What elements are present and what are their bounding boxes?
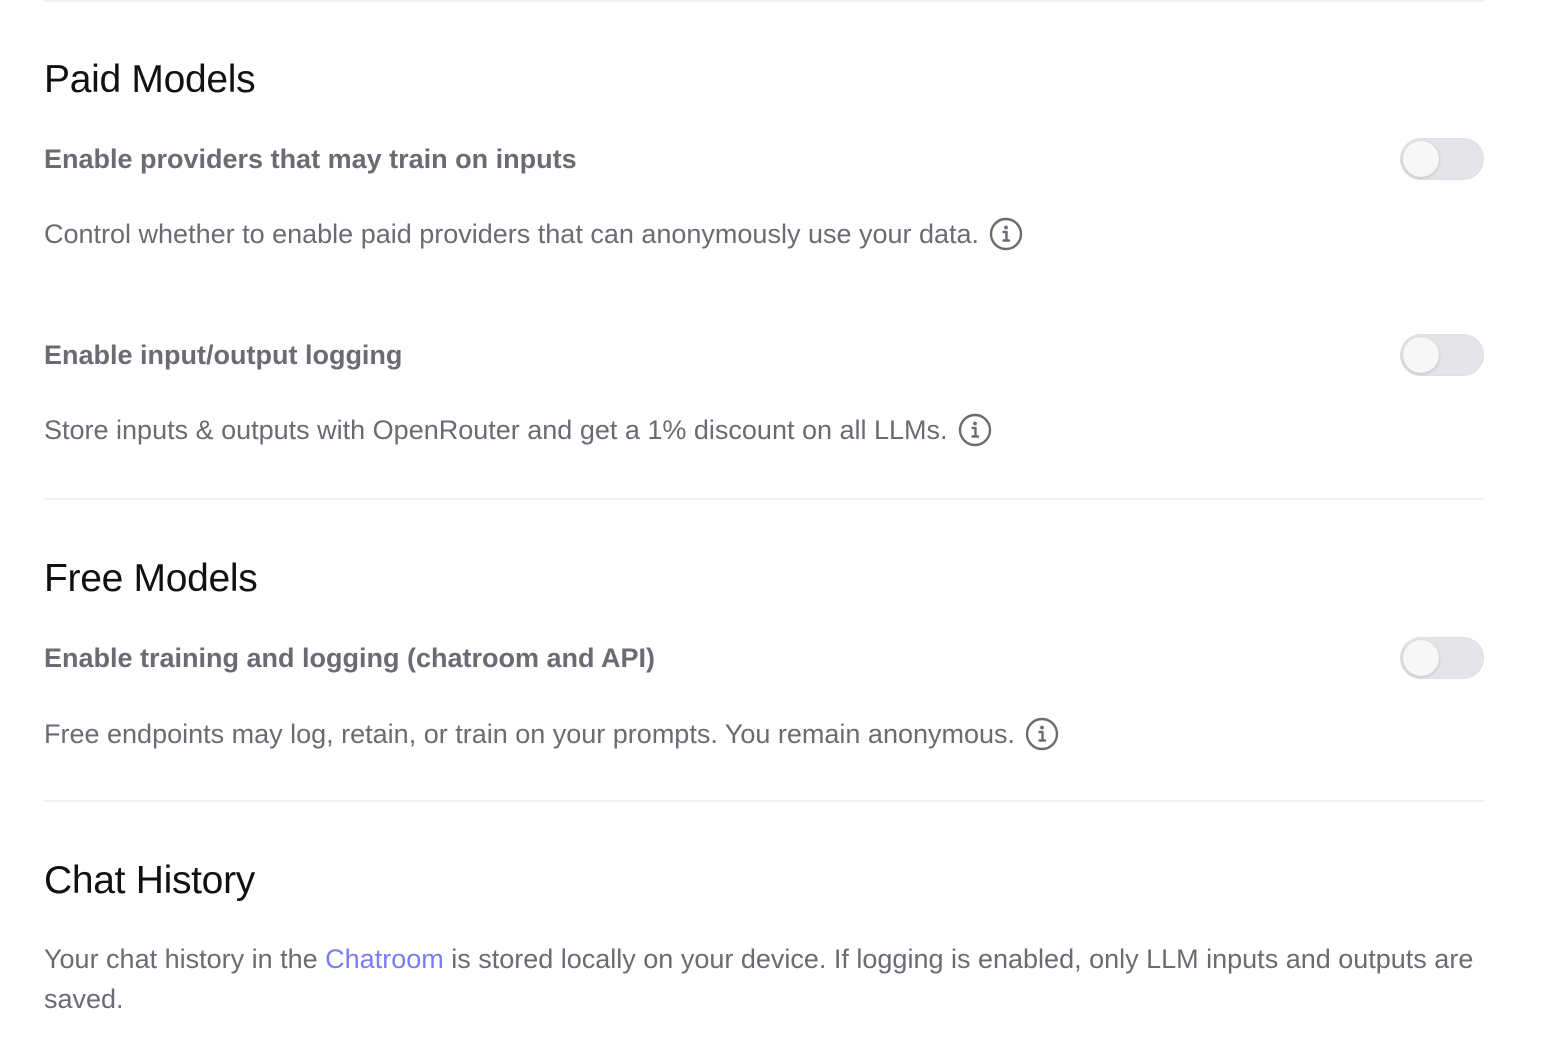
io-logging-label: Enable input/output logging [44,340,403,370]
training-logging-label: Enable training and logging (chatroom an… [44,643,656,673]
paid-models-title: Paid Models [44,58,256,101]
info-icon[interactable] [958,413,992,447]
toggle-knob [1403,337,1439,373]
free-models-title: Free Models [44,557,258,600]
chatroom-link[interactable]: Chatroom [325,944,444,974]
train-on-inputs-description: Control whether to enable paid providers… [44,217,1023,251]
io-logging-toggle[interactable] [1400,334,1484,376]
training-logging-toggle[interactable] [1400,637,1484,679]
train-on-inputs-label: Enable providers that may train on input… [44,144,577,174]
toggle-knob [1403,640,1439,676]
io-logging-description: Store inputs & outputs with OpenRouter a… [44,413,992,447]
train-on-inputs-toggle[interactable] [1400,138,1484,180]
section-divider [44,800,1484,802]
chat-history-title: Chat History [44,859,255,902]
chat-history-text-before: Your chat history in the [44,944,326,974]
info-icon[interactable] [989,217,1023,251]
training-logging-description-text: Free endpoints may log, retain, or train… [44,718,1016,749]
section-divider [44,498,1484,500]
chat-history-description: Your chat history in the Chatroom is sto… [44,939,1484,1019]
io-logging-description-text: Store inputs & outputs with OpenRouter a… [44,414,948,445]
train-on-inputs-description-text: Control whether to enable paid providers… [44,218,980,249]
training-logging-description: Free endpoints may log, retain, or train… [44,717,1059,751]
info-icon[interactable] [1025,717,1059,751]
privacy-settings-page: Paid Models Enable providers that may tr… [0,0,1548,1054]
top-divider [44,0,1484,2]
toggle-knob [1403,141,1439,177]
